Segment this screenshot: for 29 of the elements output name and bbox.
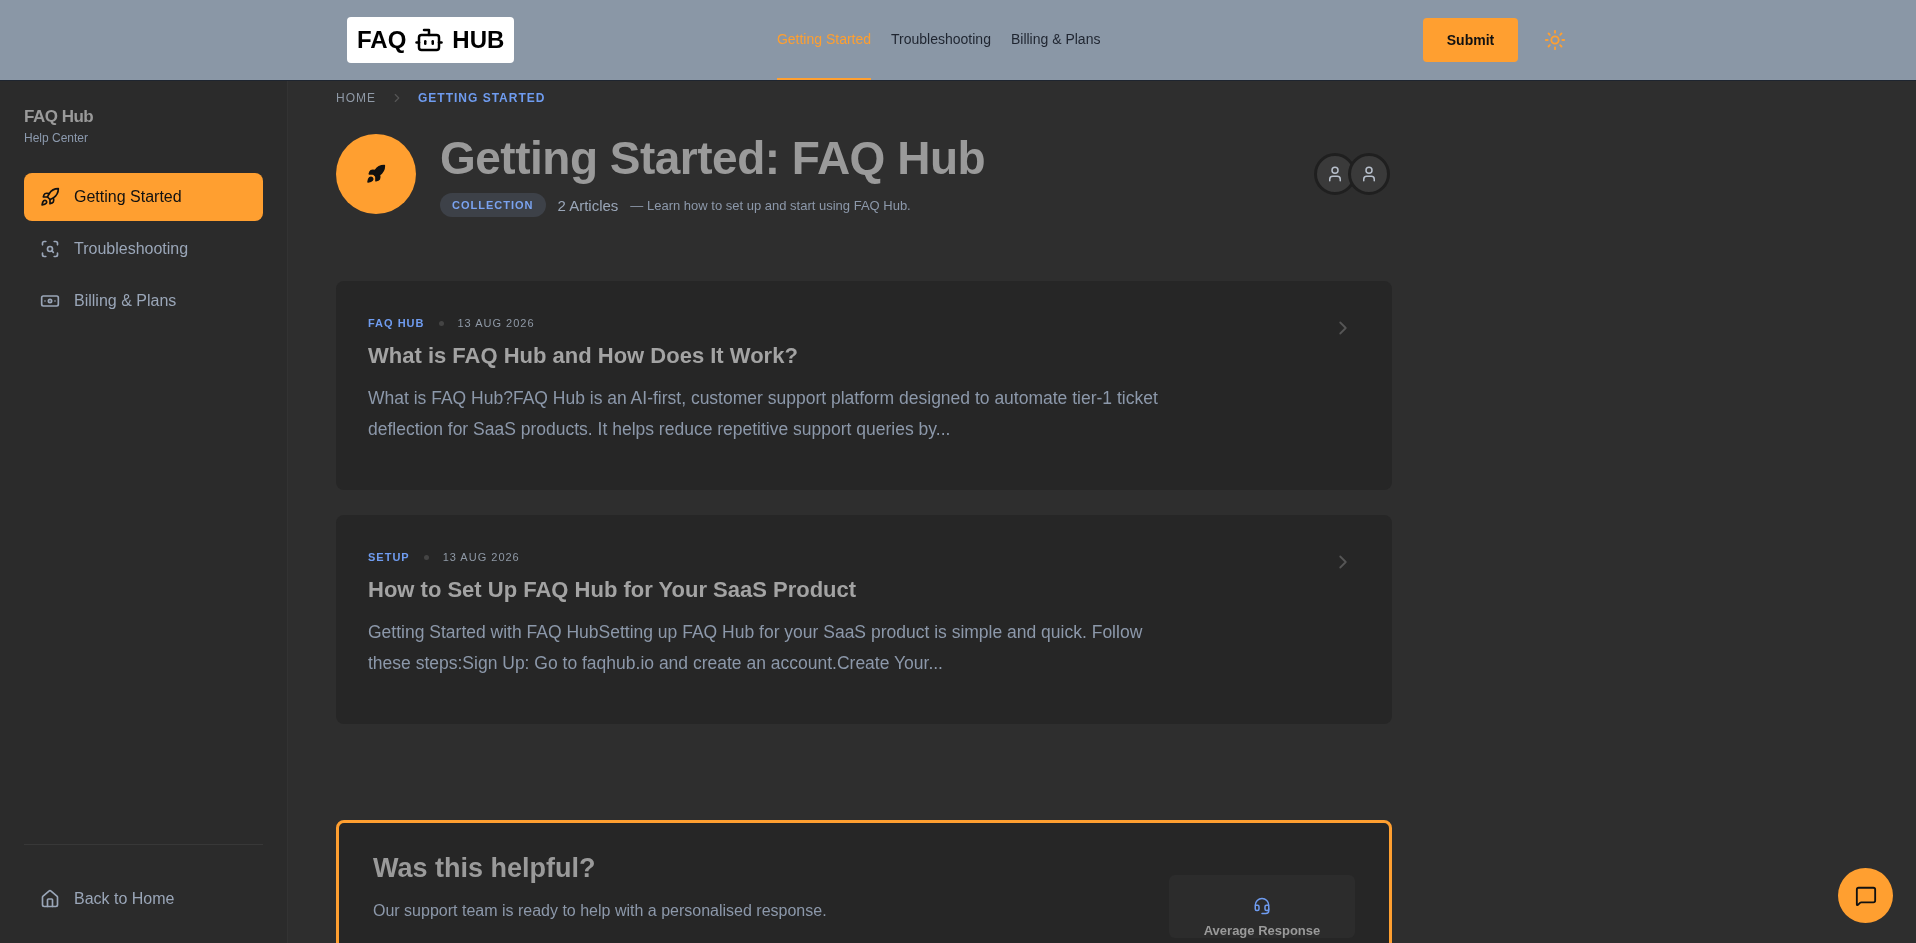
sidebar-item[interactable]: Billing & Plans (24, 277, 263, 325)
collection-title: Getting Started: FAQ Hub (440, 131, 987, 185)
nav-tab[interactable]: Troubleshooting (891, 0, 991, 80)
nav-tab[interactable]: Billing & Plans (1010, 0, 1101, 80)
article-title: What is FAQ Hub and How Does It Work? (368, 343, 799, 369)
feedback-text: Our support team is ready to help with a personalised response. (373, 902, 827, 920)
article-date: 13 AUG 2026 (442, 551, 520, 563)
article-count: 2 Articles (557, 196, 619, 214)
collection-tag: COLLECTION (440, 193, 546, 217)
feedback-title: Was this helpful? (373, 853, 597, 884)
article-category: SETUP (368, 551, 410, 563)
sidebar-subtitle: Help Center (24, 131, 90, 145)
logo-text: HUB (452, 26, 505, 54)
sidebar-item[interactable]: Troubleshooting (24, 225, 263, 273)
collection-description: — Learn how to set up and start using FAQ Hub. (630, 197, 911, 213)
article-category: FAQ HUB (368, 317, 425, 329)
article-excerpt: Getting Started with FAQ HubSetting up FAQ Hub for your SaaS product is simple and quick. Follow these steps:Sign Up: Go to faqhub.io and create an account.Create Your... (368, 621, 1144, 675)
article-title: How to Set Up FAQ Hub for Your SaaS Product (368, 577, 858, 603)
submit-button[interactable]: Submit (1423, 18, 1518, 62)
back-home-link[interactable]: Back to Home (24, 875, 263, 923)
article-excerpt: What is FAQ Hub?FAQ Hub is an AI-first, customer support platform designed to automate tier-1 ticket deflection for SaaS products. It helps reduce repetitive support queries by... (368, 387, 1158, 441)
logo[interactable]: FAQ HUB (347, 17, 515, 63)
logo-text: FAQ (357, 26, 407, 54)
breadcrumb-link[interactable]: HOME (336, 91, 376, 105)
sidebar-item[interactable]: Getting Started (24, 173, 263, 221)
article-date: 13 AUG 2026 (457, 317, 535, 329)
sidebar-title: FAQ Hub (24, 107, 95, 127)
breadcrumb-link[interactable]: GETTING STARTED (418, 91, 546, 105)
stat-label: Average Response (1203, 923, 1321, 938)
